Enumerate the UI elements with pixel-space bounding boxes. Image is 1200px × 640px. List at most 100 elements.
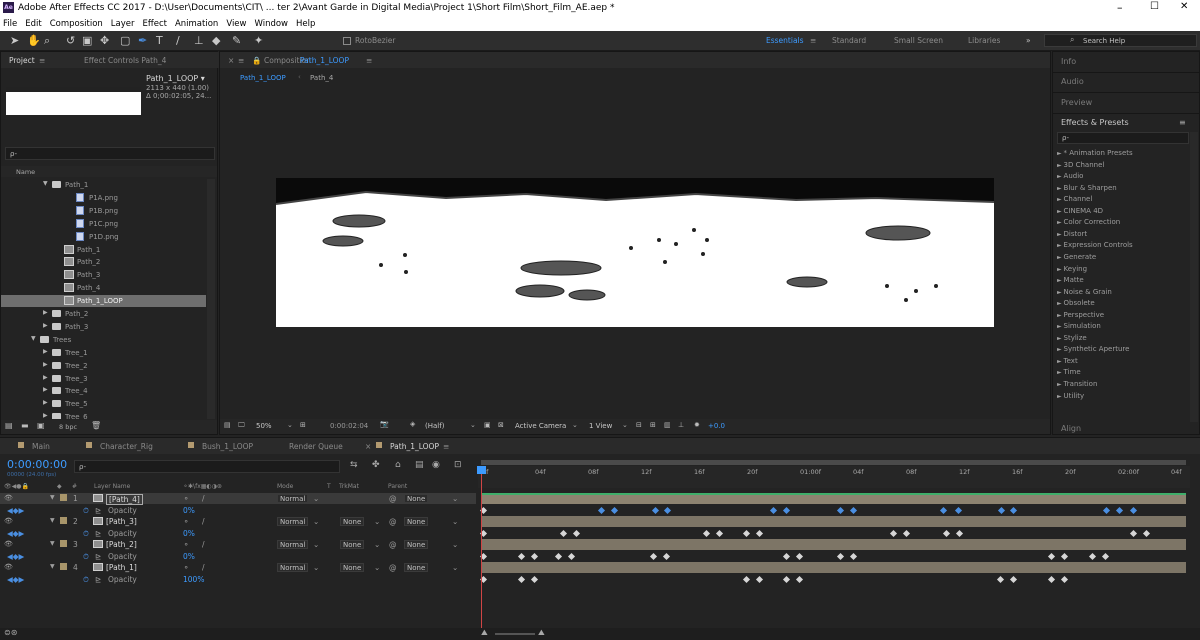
- layer-name[interactable]: [Path_4]: [106, 494, 143, 505]
- project-item[interactable]: P1C.png: [1, 218, 206, 230]
- lock-icon[interactable]: 🔒: [252, 56, 261, 65]
- expand-triangle-closed-icon[interactable]: ▶: [43, 348, 48, 355]
- search-help-field[interactable]: ⌕ Search Help: [1044, 34, 1197, 47]
- visibility-eye-icon[interactable]: 👁: [4, 540, 13, 548]
- keyframe-marker[interactable]: [782, 552, 791, 560]
- flowchart-icon[interactable]: ⊥: [678, 421, 684, 429]
- effects-presets-header[interactable]: Effects & Presets: [1061, 118, 1129, 127]
- property-value[interactable]: 0%: [183, 506, 195, 515]
- layer-label-color[interactable]: [60, 494, 67, 501]
- expand-triangle-closed-icon[interactable]: ▶: [43, 412, 48, 419]
- layer-duration-bar[interactable]: [481, 539, 1186, 551]
- zoom-tool-icon[interactable]: ⌕: [44, 34, 50, 48]
- mode-dropdown-icon[interactable]: ⌄: [313, 563, 319, 572]
- effect-category[interactable]: ► * Animation Presets: [1057, 149, 1133, 157]
- keyframe-marker[interactable]: [902, 529, 911, 537]
- effect-category[interactable]: ► Obsolete: [1057, 299, 1095, 307]
- menu-layer[interactable]: Layer: [111, 19, 135, 29]
- keyframe-marker[interactable]: [1047, 552, 1056, 560]
- tab-render-queue[interactable]: Render Queue: [289, 442, 343, 451]
- view-dropdown-icon[interactable]: ⌄: [622, 421, 628, 429]
- collapse-triangle-icon[interactable]: ▼: [50, 517, 55, 524]
- new-folder-icon[interactable]: ▬: [21, 421, 29, 430]
- current-time-indicator[interactable]: [481, 466, 482, 634]
- menu-edit[interactable]: Edit: [25, 19, 41, 29]
- stopwatch-icon[interactable]: ⏱: [83, 552, 89, 562]
- layer-duration-bar[interactable]: [481, 516, 1186, 528]
- layer-name[interactable]: [Path_2]: [106, 540, 137, 549]
- property-row[interactable]: ◀◆▶ ⏱ ⊵ Opacity 0%: [0, 551, 476, 562]
- keyframe-marker[interactable]: [1060, 575, 1069, 583]
- project-item[interactable]: P1D.png: [1, 231, 206, 243]
- menu-help[interactable]: Help: [296, 19, 315, 29]
- snapshot-icon[interactable]: 📷: [380, 420, 389, 428]
- keyframe-marker[interactable]: [567, 552, 576, 560]
- project-item[interactable]: Path_4: [1, 282, 206, 294]
- trkmat-select[interactable]: None: [340, 517, 365, 527]
- keyframe-marker[interactable]: [530, 552, 539, 560]
- keyframe-marker[interactable]: [1102, 506, 1111, 514]
- layer-duration-bar[interactable]: [481, 562, 1186, 574]
- mode-dropdown-icon[interactable]: ⌄: [313, 517, 319, 526]
- zoom-select[interactable]: 50%: [256, 422, 272, 430]
- breadcrumb-path4[interactable]: Path_4: [310, 74, 333, 82]
- keyframe-marker[interactable]: [996, 575, 1005, 583]
- view-layout-select[interactable]: 1 View: [589, 422, 612, 430]
- expand-triangle-closed-icon[interactable]: ▶: [43, 361, 48, 368]
- graph-icon[interactable]: ⊵: [95, 575, 101, 584]
- effect-category[interactable]: ► Channel: [1057, 195, 1092, 203]
- quality-switch-icon[interactable]: /: [202, 563, 205, 572]
- project-search-input[interactable]: ρ-: [5, 147, 215, 160]
- collo-switch-icon[interactable]: ⚬: [183, 494, 189, 503]
- effect-category[interactable]: ► Keying: [1057, 265, 1087, 273]
- tab-character-rig[interactable]: Character_Rig: [100, 442, 153, 451]
- close-tab-icon[interactable]: ×: [228, 56, 234, 65]
- layer-row[interactable]: 👁 ▼ 4 [Path_1] ⚬ / Normal ⌄ None ⌄ @ None ⌄: [0, 562, 476, 573]
- parent-dropdown-icon[interactable]: ⌄: [452, 563, 458, 572]
- tab-menu-icon[interactable]: ≡: [39, 56, 45, 65]
- rotate-tool-icon[interactable]: ↺: [66, 34, 75, 47]
- keyframe-marker[interactable]: [1142, 529, 1151, 537]
- stopwatch-icon[interactable]: ⏱: [83, 506, 89, 516]
- zoom-slider[interactable]: [495, 633, 535, 635]
- rectangle-tool-icon[interactable]: ▢: [120, 34, 130, 47]
- effects-scrollbar[interactable]: [1190, 132, 1198, 422]
- effect-category[interactable]: ► Distort: [1057, 230, 1087, 238]
- mode-select[interactable]: Normal: [277, 517, 309, 527]
- playhead-handle[interactable]: [477, 466, 486, 474]
- bpc-button[interactable]: 8 bpc: [59, 423, 77, 431]
- tab-path1-loop[interactable]: Path_1_LOOP: [390, 442, 439, 451]
- stopwatch-icon[interactable]: ⏱: [83, 575, 89, 585]
- parent-pickwhip-icon[interactable]: @: [389, 494, 397, 503]
- shy-layers-icon[interactable]: ⌂: [395, 460, 401, 470]
- property-row[interactable]: ◀◆▶ ⏱ ⊵ Opacity 0%: [0, 528, 476, 539]
- comp-tab-menu-icon[interactable]: ≡: [366, 56, 372, 65]
- effect-category[interactable]: ► Perspective: [1057, 311, 1104, 319]
- layer-row[interactable]: 👁 ▼ 3 [Path_2] ⚬ / Normal ⌄ None ⌄ @ None ⌄: [0, 539, 476, 550]
- effects-search-input[interactable]: ρ-: [1057, 132, 1189, 144]
- comp-viewer[interactable]: [276, 178, 994, 327]
- workspace-standard[interactable]: Standard: [832, 36, 866, 45]
- keyframe-marker[interactable]: [769, 506, 778, 514]
- project-item[interactable]: ▶ Path_3: [1, 321, 206, 333]
- project-item[interactable]: Path_2: [1, 256, 206, 268]
- collapse-triangle-icon[interactable]: ▼: [50, 540, 55, 547]
- project-scrollbar[interactable]: [207, 179, 215, 419]
- parent-pickwhip-icon[interactable]: @: [389, 540, 397, 549]
- mode-dropdown-icon[interactable]: ⌄: [313, 540, 319, 549]
- keyframe-marker[interactable]: [1060, 552, 1069, 560]
- keyframe-marker[interactable]: [662, 552, 671, 560]
- project-item[interactable]: ▶ Tree_6: [1, 411, 206, 419]
- keyframe-nav-icon[interactable]: ◀◆▶: [7, 506, 24, 515]
- effect-category[interactable]: ► Noise & Grain: [1057, 288, 1112, 296]
- effect-category[interactable]: ► Generate: [1057, 253, 1096, 261]
- mode-select[interactable]: Normal: [277, 563, 309, 573]
- layer-name[interactable]: [Path_1]: [106, 563, 137, 572]
- keyframe-marker[interactable]: [1009, 575, 1018, 583]
- new-comp-icon[interactable]: ▣: [37, 421, 45, 430]
- keyframe-marker[interactable]: [597, 506, 606, 514]
- keyframe-marker[interactable]: [954, 506, 963, 514]
- effect-category[interactable]: ► Utility: [1057, 392, 1084, 400]
- property-value[interactable]: 0%: [183, 529, 195, 538]
- stopwatch-icon[interactable]: ⏱: [83, 529, 89, 539]
